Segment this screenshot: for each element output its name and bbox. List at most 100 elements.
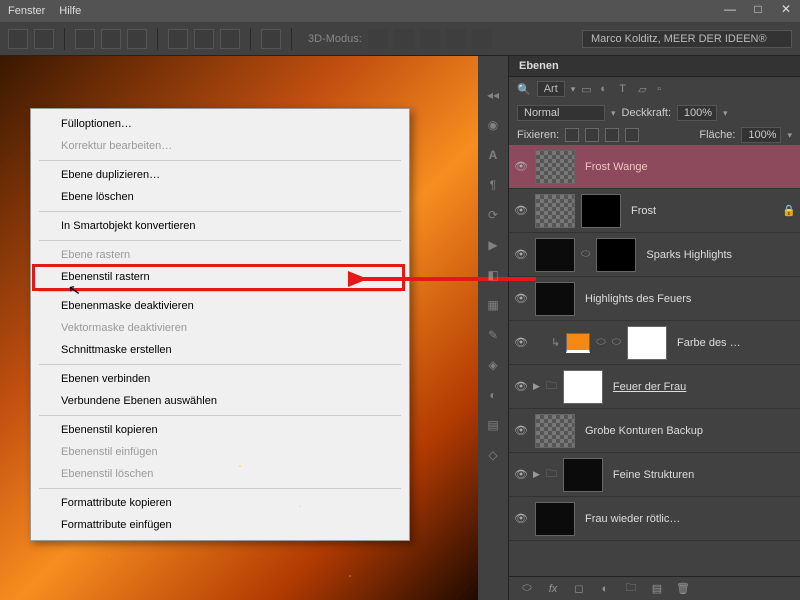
- 3d-icon-2[interactable]: [394, 29, 414, 49]
- swatches-icon[interactable]: ▦: [484, 296, 502, 314]
- layer-row[interactable]: 👁 ⬭ Sparks Highlights: [509, 233, 800, 277]
- filter-type-icon[interactable]: T: [619, 83, 632, 96]
- filter-kind-select[interactable]: Art: [537, 81, 565, 97]
- canvas[interactable]: Fülloptionen…Korrektur bearbeiten…Ebene …: [0, 56, 478, 600]
- folder-toggle[interactable]: ▶: [533, 381, 540, 392]
- search-icon[interactable]: 🔍: [517, 83, 531, 96]
- fill-input[interactable]: 100%: [741, 127, 781, 143]
- auto-icon[interactable]: [261, 29, 281, 49]
- visibility-icon[interactable]: 👁: [513, 204, 529, 217]
- new-adjust-icon[interactable]: ◐: [597, 582, 613, 596]
- visibility-icon[interactable]: 👁: [513, 468, 529, 481]
- visibility-icon[interactable]: 👁: [513, 160, 529, 173]
- align-icon-1[interactable]: [8, 29, 28, 49]
- ctx-item-9[interactable]: Ebenenstil rastern: [31, 266, 409, 288]
- visibility-icon[interactable]: 👁: [513, 248, 529, 261]
- menu-hilfe[interactable]: Hilfe: [59, 5, 81, 17]
- visibility-icon[interactable]: 👁: [513, 512, 529, 525]
- adjustments-icon[interactable]: ◐: [484, 386, 502, 404]
- dist-icon-5[interactable]: [194, 29, 214, 49]
- ctx-item-3[interactable]: Ebene duplizieren…: [31, 164, 409, 186]
- styles-icon[interactable]: ◈: [484, 356, 502, 374]
- navigator-icon[interactable]: ⟳: [484, 206, 502, 224]
- filter-smart-icon[interactable]: ▫: [657, 83, 670, 96]
- dist-icon-2[interactable]: [101, 29, 121, 49]
- dist-icon-1[interactable]: [75, 29, 95, 49]
- lock-all-icon[interactable]: [625, 128, 639, 142]
- layer-name[interactable]: Frost Wange: [585, 161, 648, 173]
- mask-link-icon[interactable]: ⬭: [596, 336, 605, 349]
- layer-name[interactable]: Frost: [631, 205, 656, 217]
- ctx-item-6[interactable]: In Smartobjekt konvertieren: [31, 215, 409, 237]
- layers-icon[interactable]: ◧: [484, 266, 502, 284]
- lock-transparent-icon[interactable]: [565, 128, 579, 142]
- folder-toggle[interactable]: ▶: [533, 469, 540, 480]
- 3d-icon-5[interactable]: [472, 29, 492, 49]
- panel-tab-layers[interactable]: Ebenen: [509, 56, 800, 77]
- maximize-button[interactable]: □: [744, 0, 772, 18]
- add-mask-icon[interactable]: ◻: [571, 582, 587, 596]
- layer-row[interactable]: 👁 Frost Wange: [509, 145, 800, 189]
- brushes-icon[interactable]: ✎: [484, 326, 502, 344]
- ctx-item-22[interactable]: Formattribute kopieren: [31, 492, 409, 514]
- layer-name[interactable]: Feine Strukturen: [613, 469, 694, 481]
- menu-fenster[interactable]: Fenster: [8, 5, 45, 17]
- layer-mask[interactable]: [627, 326, 667, 360]
- delete-layer-icon[interactable]: 🗑: [675, 582, 691, 596]
- close-button[interactable]: ✕: [772, 0, 800, 18]
- filter-shape-icon[interactable]: ▱: [638, 83, 651, 96]
- paragraph-icon[interactable]: ¶: [484, 176, 502, 194]
- mask-link-icon[interactable]: ⬭: [581, 248, 590, 261]
- link-layers-icon[interactable]: ⬭: [519, 582, 535, 596]
- expand-chevron[interactable]: ◂◂: [484, 86, 502, 104]
- visibility-icon[interactable]: 👁: [513, 424, 529, 437]
- ctx-item-4[interactable]: Ebene löschen: [31, 186, 409, 208]
- blend-mode-select[interactable]: Normal: [517, 105, 605, 121]
- ctx-item-16[interactable]: Verbundene Ebenen auswählen: [31, 390, 409, 412]
- visibility-icon[interactable]: 👁: [513, 292, 529, 305]
- history-icon[interactable]: ◉: [484, 116, 502, 134]
- layer-row[interactable]: 👁▶🗀Feuer der Frau: [509, 365, 800, 409]
- layer-name[interactable]: Feuer der Frau: [613, 381, 686, 393]
- ctx-item-13[interactable]: Schnittmaske erstellen: [31, 339, 409, 361]
- lock-position-icon[interactable]: [605, 128, 619, 142]
- character-icon[interactable]: A: [484, 146, 502, 164]
- 3d-icon-1[interactable]: [368, 29, 388, 49]
- layer-name[interactable]: Highlights des Feuers: [585, 293, 691, 305]
- filter-adjust-icon[interactable]: ◐: [600, 83, 613, 96]
- ctx-item-0[interactable]: Fülloptionen…: [31, 113, 409, 135]
- opacity-input[interactable]: 100%: [677, 105, 717, 121]
- ctx-item-15[interactable]: Ebenen verbinden: [31, 368, 409, 390]
- workspace-switcher[interactable]: Marco Kolditz, MEER DER IDEEN®: [582, 30, 792, 48]
- layer-name[interactable]: Farbe des …: [677, 337, 741, 349]
- visibility-icon[interactable]: 👁: [513, 380, 529, 393]
- minimize-button[interactable]: —: [716, 0, 744, 18]
- layer-row[interactable]: 👁↳⬭⬭Farbe des …: [509, 321, 800, 365]
- visibility-icon[interactable]: 👁: [513, 336, 529, 349]
- filter-pixel-icon[interactable]: ▭: [581, 83, 594, 96]
- new-group-icon[interactable]: 🗀: [623, 582, 639, 596]
- layer-name[interactable]: Sparks Highlights: [646, 249, 732, 261]
- channels-icon[interactable]: ▤: [484, 416, 502, 434]
- ctx-item-23[interactable]: Formattribute einfügen: [31, 514, 409, 536]
- dist-icon-3[interactable]: [127, 29, 147, 49]
- paths-icon[interactable]: ◇: [484, 446, 502, 464]
- 3d-icon-4[interactable]: [446, 29, 466, 49]
- layer-mask[interactable]: [596, 238, 636, 272]
- 3d-icon-3[interactable]: [420, 29, 440, 49]
- layer-style-icon[interactable]: fx: [545, 582, 561, 596]
- layer-row[interactable]: 👁▶🗀Feine Strukturen: [509, 453, 800, 497]
- lock-pixels-icon[interactable]: [585, 128, 599, 142]
- dist-icon-4[interactable]: [168, 29, 188, 49]
- new-layer-icon[interactable]: ▤: [649, 582, 665, 596]
- brush-icon[interactable]: ▶: [484, 236, 502, 254]
- ctx-item-18[interactable]: Ebenenstil kopieren: [31, 419, 409, 441]
- ctx-item-11[interactable]: Ebenenmaske deaktivieren: [31, 295, 409, 317]
- layer-row[interactable]: 👁 Highlights des Feuers: [509, 277, 800, 321]
- dist-icon-6[interactable]: [220, 29, 240, 49]
- layer-row[interactable]: 👁 Grobe Konturen Backup: [509, 409, 800, 453]
- align-icon-2[interactable]: [34, 29, 54, 49]
- layer-name[interactable]: Frau wieder rötlic…: [585, 513, 680, 525]
- layer-name[interactable]: Grobe Konturen Backup: [585, 425, 703, 437]
- layer-mask[interactable]: [581, 194, 621, 228]
